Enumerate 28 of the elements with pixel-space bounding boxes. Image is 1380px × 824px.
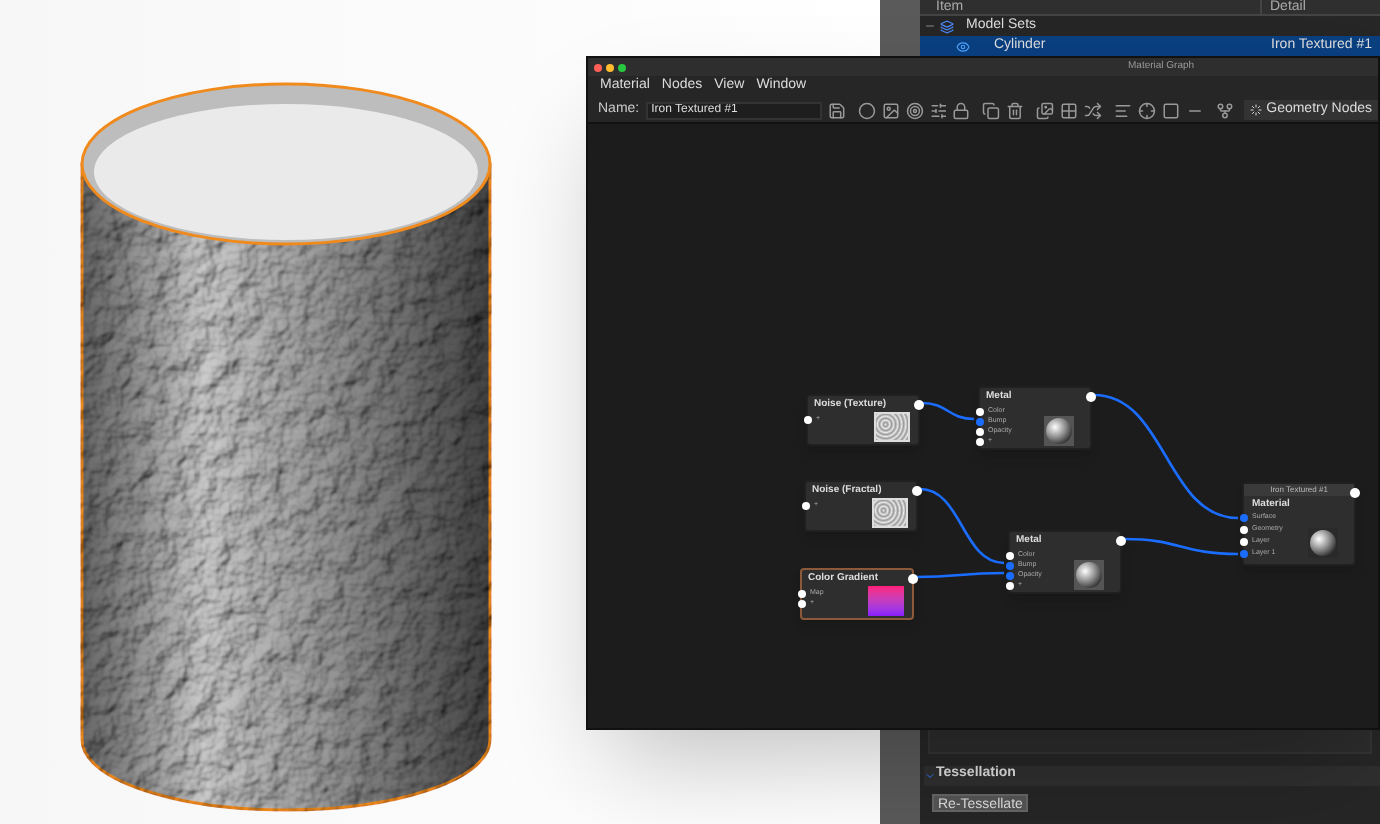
image-icon[interactable] [881, 101, 900, 119]
connection-wire [921, 401, 975, 421]
frame-icon[interactable] [1162, 101, 1181, 119]
lock-icon[interactable] [952, 101, 971, 119]
fork-icon[interactable] [1216, 101, 1235, 119]
sliders-icon[interactable] [929, 101, 947, 119]
connection-wire [1123, 537, 1239, 556]
save-icon[interactable] [827, 101, 846, 119]
copy-icon[interactable] [982, 101, 1001, 119]
metal-sphere-thumbnail [1308, 528, 1338, 558]
minimize-button[interactable] [606, 63, 614, 71]
connection-wire [916, 571, 1004, 579]
circle-icon[interactable] [857, 101, 876, 119]
maximize-button[interactable] [618, 63, 626, 71]
layers-icon [940, 19, 954, 33]
align-icon[interactable] [1114, 101, 1133, 119]
crosshair-icon[interactable] [1138, 101, 1157, 119]
shuffle-icon[interactable] [1084, 101, 1103, 119]
metal-sphere-thumbnail [1044, 416, 1074, 446]
color-gradient-swatch [868, 586, 904, 616]
trash-icon[interactable] [1006, 101, 1025, 119]
target-icon[interactable] [905, 101, 923, 119]
images-icon[interactable] [1036, 101, 1055, 119]
connection-wire [919, 487, 1005, 565]
close-button[interactable] [594, 63, 602, 71]
metal-sphere-thumbnail [1074, 560, 1104, 590]
grid-icon[interactable] [1060, 101, 1079, 119]
eye-icon[interactable] [956, 39, 970, 53]
